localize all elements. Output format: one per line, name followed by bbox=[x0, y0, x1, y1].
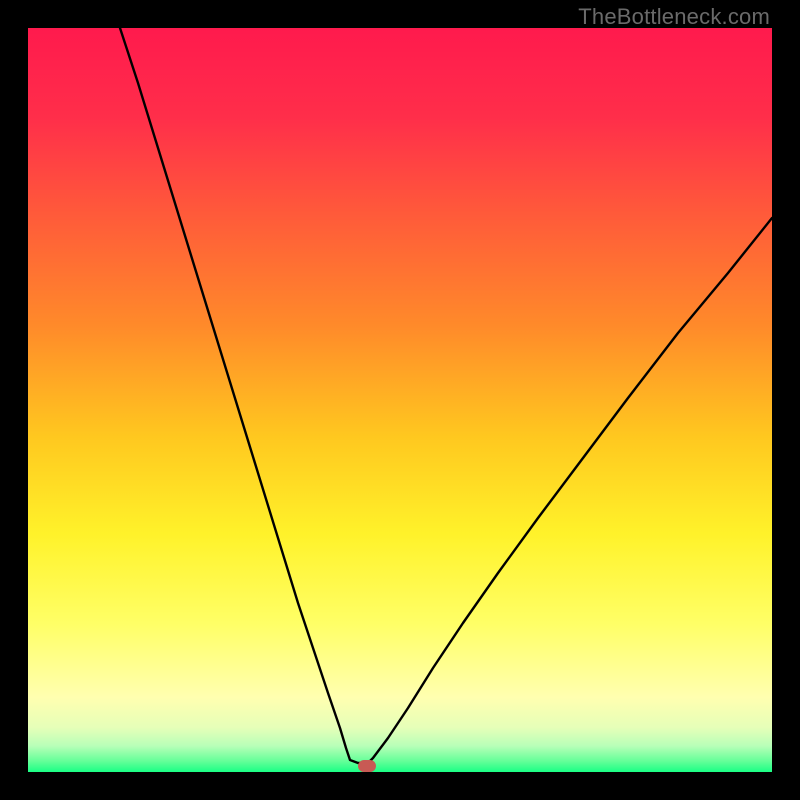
watermark-text: TheBottleneck.com bbox=[578, 4, 770, 30]
optimum-marker bbox=[358, 760, 376, 772]
bottleneck-curve bbox=[28, 28, 772, 772]
plot-area bbox=[28, 28, 772, 772]
outer-frame: TheBottleneck.com bbox=[0, 0, 800, 800]
